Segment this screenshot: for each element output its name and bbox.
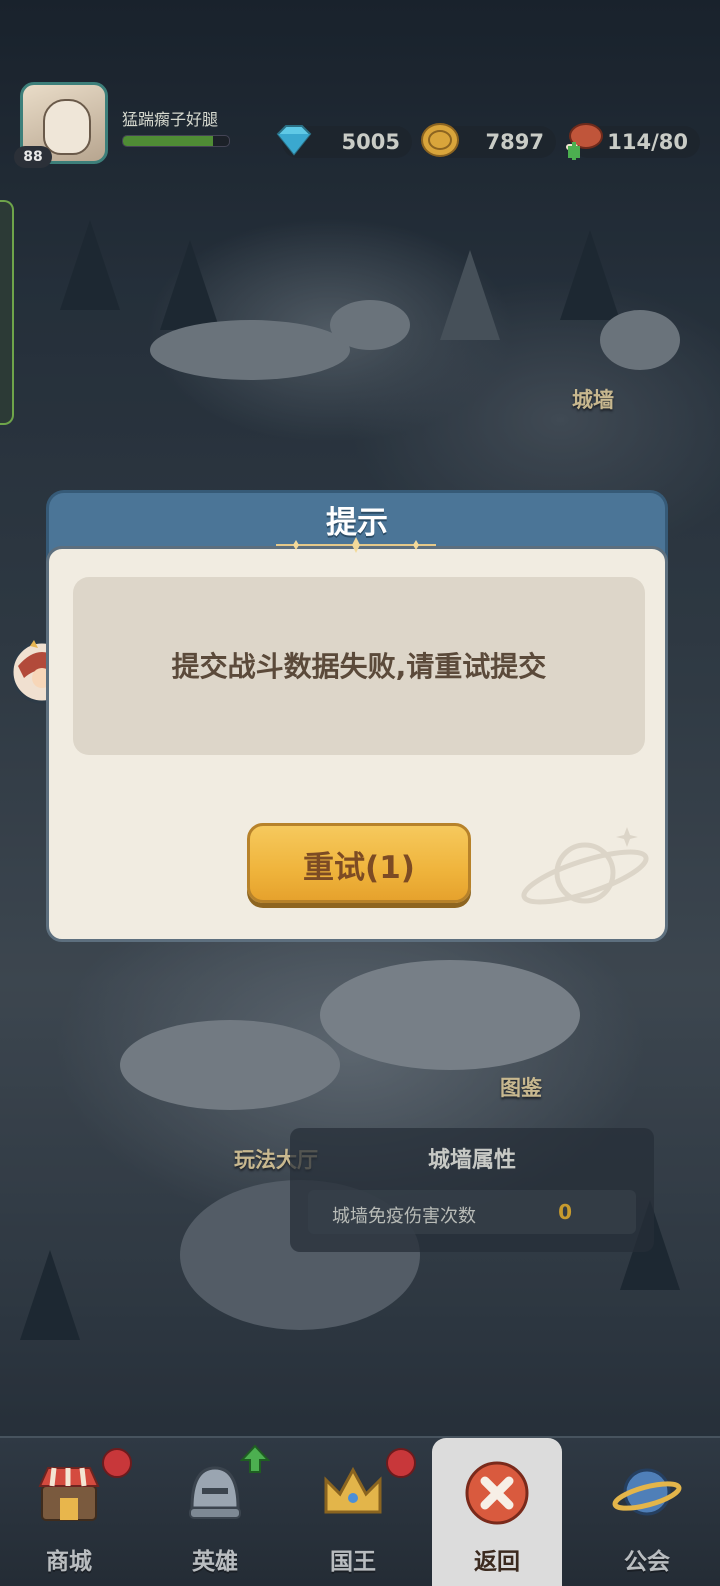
wall-panel-title: 城墙属性 [427, 1148, 516, 1173]
nav-guild-label: 公会 [624, 1549, 670, 1575]
planet-watermark-icon [521, 827, 649, 905]
dialog-body: 提交战斗数据失败,请重试提交 重试(1) [46, 546, 668, 942]
map-label-collection[interactable]: 图鉴 [500, 1072, 542, 1102]
nav-back-label: 返回 [474, 1549, 520, 1575]
stamina-count: 114/80 [607, 130, 688, 154]
map-label-wall[interactable]: 城墙 [572, 384, 614, 414]
crown-icon [324, 1466, 382, 1514]
gold-counter[interactable]: 7897 [421, 123, 556, 158]
bottom-navigation: 商城 英雄 国王 返回 公会 [0, 1436, 720, 1586]
wall-attribute-row: 城墙免疫伤害次数 0 [308, 1190, 636, 1234]
retry-button-label: 重试(1) [303, 850, 415, 886]
player-level-badge: 88 [14, 146, 52, 168]
nav-king-label: 国王 [330, 1549, 376, 1575]
wall-attribute-label: 城墙免疫伤害次数 [332, 1206, 476, 1227]
wall-attributes-panel: 城墙属性 城墙免疫伤害次数 0 [290, 1128, 654, 1252]
planet-icon [612, 1468, 682, 1516]
nav-guild[interactable]: 公会 [582, 1438, 712, 1586]
nav-back[interactable]: 返回 [432, 1438, 562, 1586]
nav-shop[interactable]: 商城 [4, 1438, 134, 1586]
dialog-title: 提示 [326, 505, 388, 541]
message-box: 提交战斗数据失败,请重试提交 [73, 577, 645, 755]
stamina-counter[interactable]: 114/80 [566, 123, 700, 160]
shop-notification-dot [102, 1448, 132, 1478]
player-name: 猛踹瘸子好腿 [122, 110, 219, 129]
hint-dialog: 提示 提交战斗数据失败,请重试提交 重试(1) [46, 490, 668, 942]
close-icon [465, 1461, 529, 1525]
nav-shop-label: 商城 [46, 1549, 92, 1575]
header-ornament [276, 537, 436, 553]
shop-icon [38, 1467, 100, 1521]
nav-heroes[interactable]: 英雄 [150, 1438, 280, 1586]
diamond-count: 5005 [341, 130, 400, 154]
nav-heroes-label: 英雄 [192, 1549, 238, 1575]
avatar-face [43, 99, 91, 155]
wall-attribute-value: 0 [558, 1200, 572, 1224]
exp-bar [122, 135, 230, 147]
upgrade-arrow-icon [240, 1444, 270, 1473]
meat-icon [566, 123, 603, 160]
exp-bar-fill [123, 136, 214, 146]
dialog-message: 提交战斗数据失败,请重试提交 [171, 650, 547, 683]
diamond-counter[interactable]: 5005 [276, 125, 412, 158]
diamond-icon [276, 125, 312, 156]
gold-count: 7897 [485, 130, 544, 154]
nav-king[interactable]: 国王 [288, 1438, 418, 1586]
retry-button[interactable]: 重试(1) [247, 823, 471, 903]
gold-coin-icon [421, 123, 459, 157]
side-drawer-tab[interactable] [0, 200, 14, 425]
king-notification-dot [386, 1448, 416, 1478]
